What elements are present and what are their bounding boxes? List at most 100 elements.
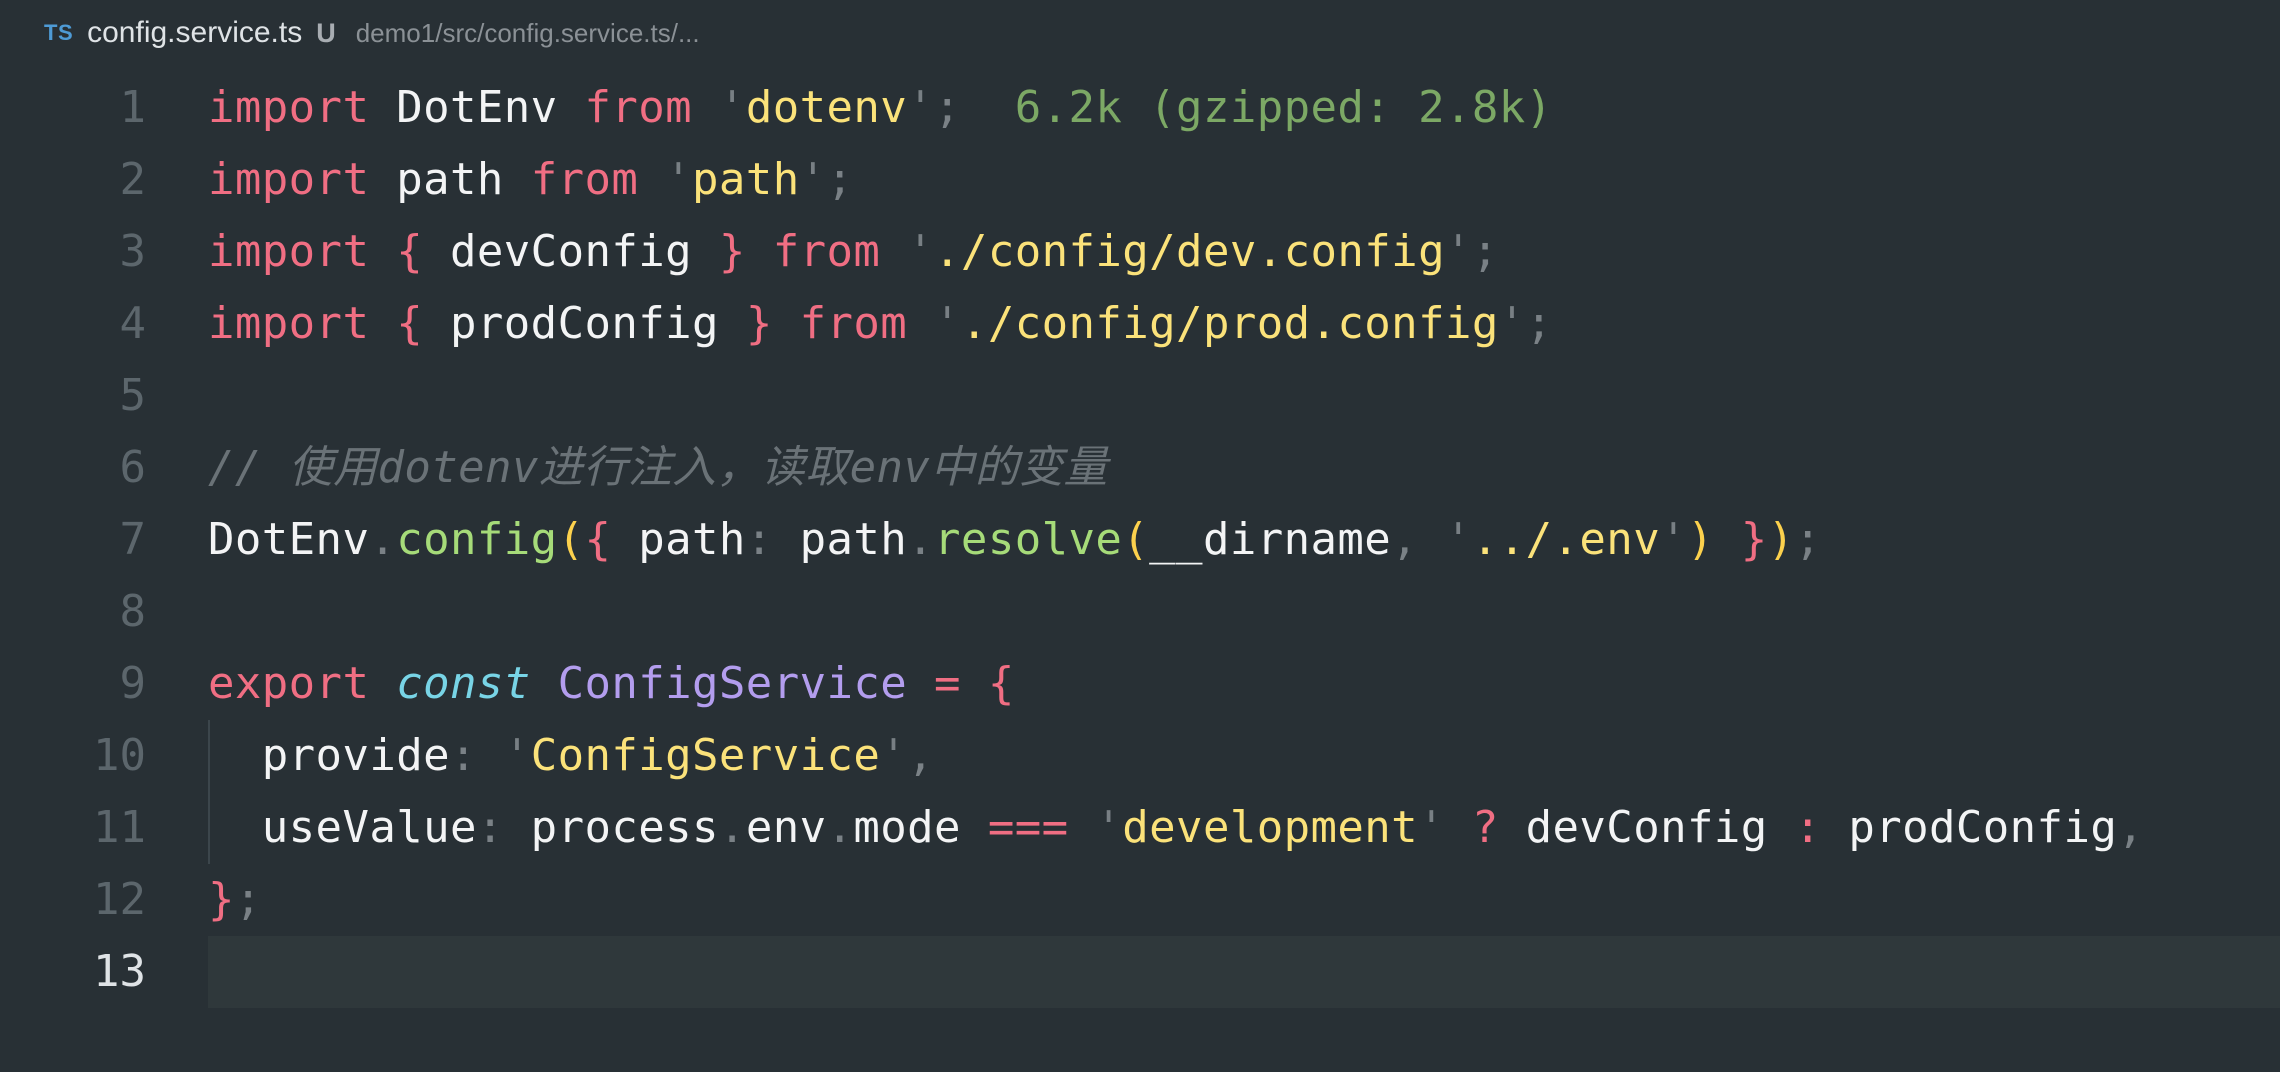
code-token: development: [1122, 802, 1419, 853]
code-token: env: [745, 802, 827, 853]
code-token: ': [718, 82, 746, 133]
code-comment: // 使用dotenv进行注入，读取env中的变量: [208, 442, 1108, 493]
code-token: from: [799, 298, 908, 349]
code-token: import: [208, 298, 370, 349]
code-token: devConfig: [1498, 802, 1795, 853]
code-token: ===: [987, 802, 1069, 853]
code-editor[interactable]: 1 import DotEnv from 'dotenv'; 6.2k (gzip…: [0, 72, 2280, 1008]
code-token: ': [665, 154, 693, 205]
code-line[interactable]: 5: [0, 360, 2280, 432]
code-token: ): [1686, 514, 1714, 565]
code-token: import: [208, 154, 370, 205]
code-token: }: [745, 298, 773, 349]
code-token: ': [907, 82, 935, 133]
line-number: 8: [119, 586, 147, 637]
code-token: mode: [853, 802, 988, 853]
code-token: ': [503, 730, 531, 781]
code-token: ;: [934, 82, 961, 133]
import-cost-hint: 6.2k (gzipped: 2.8k): [960, 82, 1553, 133]
code-token: ': [1444, 226, 1472, 277]
file-name-tab[interactable]: config.service.ts: [87, 16, 302, 50]
code-token: {: [396, 226, 424, 277]
code-token: ': [1498, 298, 1526, 349]
code-token: prodConfig: [423, 298, 746, 349]
line-number: 13: [93, 946, 146, 997]
code-line[interactable]: 7 DotEnv.config({ path: path.resolve(__di…: [0, 504, 2280, 576]
code-token: DotEnv: [208, 514, 370, 565]
code-text: import { devConfig } from './config/dev.…: [208, 216, 1499, 288]
code-token: path: [692, 154, 800, 205]
code-token: export: [208, 658, 370, 709]
code-token: {: [396, 298, 424, 349]
line-number: 6: [119, 442, 147, 493]
code-line[interactable]: 12};: [0, 864, 2280, 936]
code-token: :: [745, 514, 773, 565]
code-line[interactable]: 8: [0, 576, 2280, 648]
code-text: useValue: process.env.mode === 'developm…: [208, 792, 2144, 864]
code-token: ': [907, 226, 935, 277]
code-line[interactable]: 2 import path from 'path';: [0, 144, 2280, 216]
code-line[interactable]: 4 import { prodConfig } from './config/pr…: [0, 288, 2280, 360]
code-token: .: [718, 802, 746, 853]
code-token: :: [1794, 802, 1822, 853]
code-token: .: [369, 514, 397, 565]
code-token: prodConfig: [1821, 802, 2118, 853]
code-token: from: [530, 154, 639, 205]
code-token: ': [1418, 802, 1445, 853]
code-text: import DotEnv from 'dotenv'; 6.2k (gzipp…: [208, 72, 1553, 144]
code-text: provide: 'ConfigService',: [208, 720, 934, 792]
code-token: ../.env: [1471, 514, 1661, 565]
code-token: {: [584, 514, 612, 565]
line-number: 9: [119, 658, 147, 709]
line-number: 1: [119, 82, 147, 133]
code-token: .: [907, 514, 935, 565]
code-token: }: [1740, 514, 1768, 565]
code-line[interactable]: 11 useValue: process.env.mode === 'devel…: [0, 792, 2280, 864]
code-token: DotEnv: [369, 82, 585, 133]
code-text: DotEnv.config({ path: path.resolve(__dir…: [208, 504, 1821, 576]
code-text: import path from 'path';: [208, 144, 853, 216]
breadcrumb-path[interactable]: demo1/src/config.service.ts/...: [356, 18, 700, 49]
code-token: ,: [1391, 514, 1419, 565]
current-code-line[interactable]: 13: [93, 936, 2280, 1008]
code-token: ./config/dev.config: [934, 226, 1445, 277]
code-token: {: [987, 658, 1015, 709]
line-number: 3: [119, 226, 147, 277]
line-number: 11: [93, 802, 146, 853]
line-number: 10: [93, 730, 146, 781]
code-token: :: [450, 730, 477, 781]
code-token: ?: [1471, 802, 1499, 853]
code-line[interactable]: 3 import { devConfig } from './config/dev…: [0, 216, 2280, 288]
code-line[interactable]: 6 // 使用dotenv进行注入，读取env中的变量: [0, 432, 2280, 504]
code-token: ;: [1794, 514, 1822, 565]
code-token: import: [208, 82, 370, 133]
code-line[interactable]: 9 export const ConfigService = {: [0, 648, 2280, 720]
line-number: 5: [119, 370, 147, 421]
line-number: 12: [93, 874, 146, 925]
code-line[interactable]: 10 provide: 'ConfigService',: [0, 720, 2280, 792]
line-number: 4: [119, 298, 147, 349]
code-token: =: [934, 658, 961, 709]
code-token: ': [1444, 514, 1472, 565]
code-token: provide: [208, 730, 451, 781]
code-line[interactable]: 1 import DotEnv from 'dotenv'; 6.2k (gzip…: [0, 72, 2280, 144]
code-token: ./config/prod.config: [960, 298, 1499, 349]
code-token: }: [208, 874, 235, 925]
code-token: ,: [2117, 802, 2145, 853]
git-untracked-badge: U: [316, 17, 336, 48]
code-token: :: [476, 802, 504, 853]
code-token: useValue: [208, 802, 477, 853]
code-token: path: [772, 514, 908, 565]
code-token: ConfigService: [530, 730, 881, 781]
code-text: };: [208, 864, 262, 936]
